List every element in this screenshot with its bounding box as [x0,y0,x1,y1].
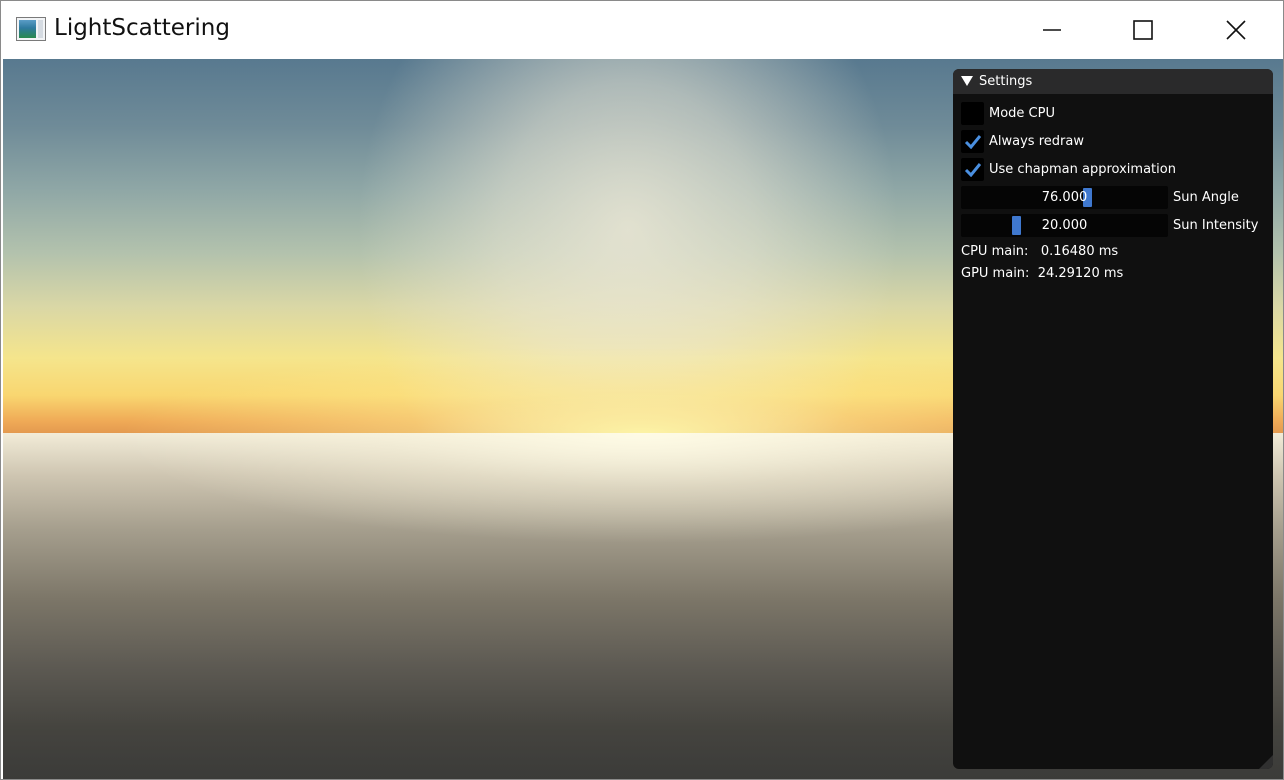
gpu-main-label: GPU main: [961,266,1030,281]
sun-intensity-value: 20.000 [1041,218,1088,233]
checkbox-row-chapman[interactable]: Use chapman approximation [961,158,1271,182]
sun-intensity-slider[interactable]: 20.000 [961,214,1168,237]
window-title: LightScattering [54,15,230,41]
chapman-label: Use chapman approximation [989,162,1176,177]
minimize-icon [1043,29,1061,31]
cpu-main-label: CPU main: [961,244,1029,259]
chapman-checkbox[interactable] [961,158,984,181]
close-button[interactable] [1190,1,1282,58]
checkbox-row-always-redraw[interactable]: Always redraw [961,130,1271,154]
minimize-button[interactable] [1006,1,1098,58]
title-bar[interactable]: LightScattering [1,1,1283,58]
sun-intensity-label: Sun Intensity [1173,218,1259,233]
always-redraw-checkbox[interactable] [961,130,984,153]
cpu-main-value: 0.16480 ms [1040,244,1119,259]
mode-cpu-label: Mode CPU [989,106,1055,121]
gpu-main-stat: GPU main: 24.29120 ms [961,266,1123,281]
checkmark-icon [964,163,981,177]
checkmark-icon [964,135,981,149]
gpu-main-value: 24.29120 ms [1037,266,1124,281]
app-icon [16,17,46,41]
checkbox-row-mode-cpu[interactable]: Mode CPU [961,102,1271,126]
close-icon [1226,20,1246,40]
app-window: LightScattering Settings Mode CPU Always… [0,0,1284,780]
always-redraw-label: Always redraw [989,134,1084,149]
slider-row-sun-intensity: 20.000 Sun Intensity [961,214,1271,238]
sun-angle-label: Sun Angle [1173,190,1239,205]
maximize-icon [1133,20,1153,40]
sun-angle-value: 76.000 [1041,190,1088,205]
slider-row-sun-angle: 76.000 Sun Angle [961,186,1271,210]
maximize-button[interactable] [1097,1,1189,58]
mode-cpu-checkbox[interactable] [961,102,984,125]
cpu-main-stat: CPU main: 0.16480 ms [961,244,1118,259]
settings-title: Settings [979,74,1033,89]
resize-grip[interactable] [1259,755,1273,769]
collapse-arrow-icon[interactable] [961,76,973,87]
settings-panel: Settings Mode CPU Always redraw Use chap… [953,69,1273,769]
settings-header[interactable]: Settings [953,69,1273,94]
sun-angle-slider[interactable]: 76.000 [961,186,1168,209]
